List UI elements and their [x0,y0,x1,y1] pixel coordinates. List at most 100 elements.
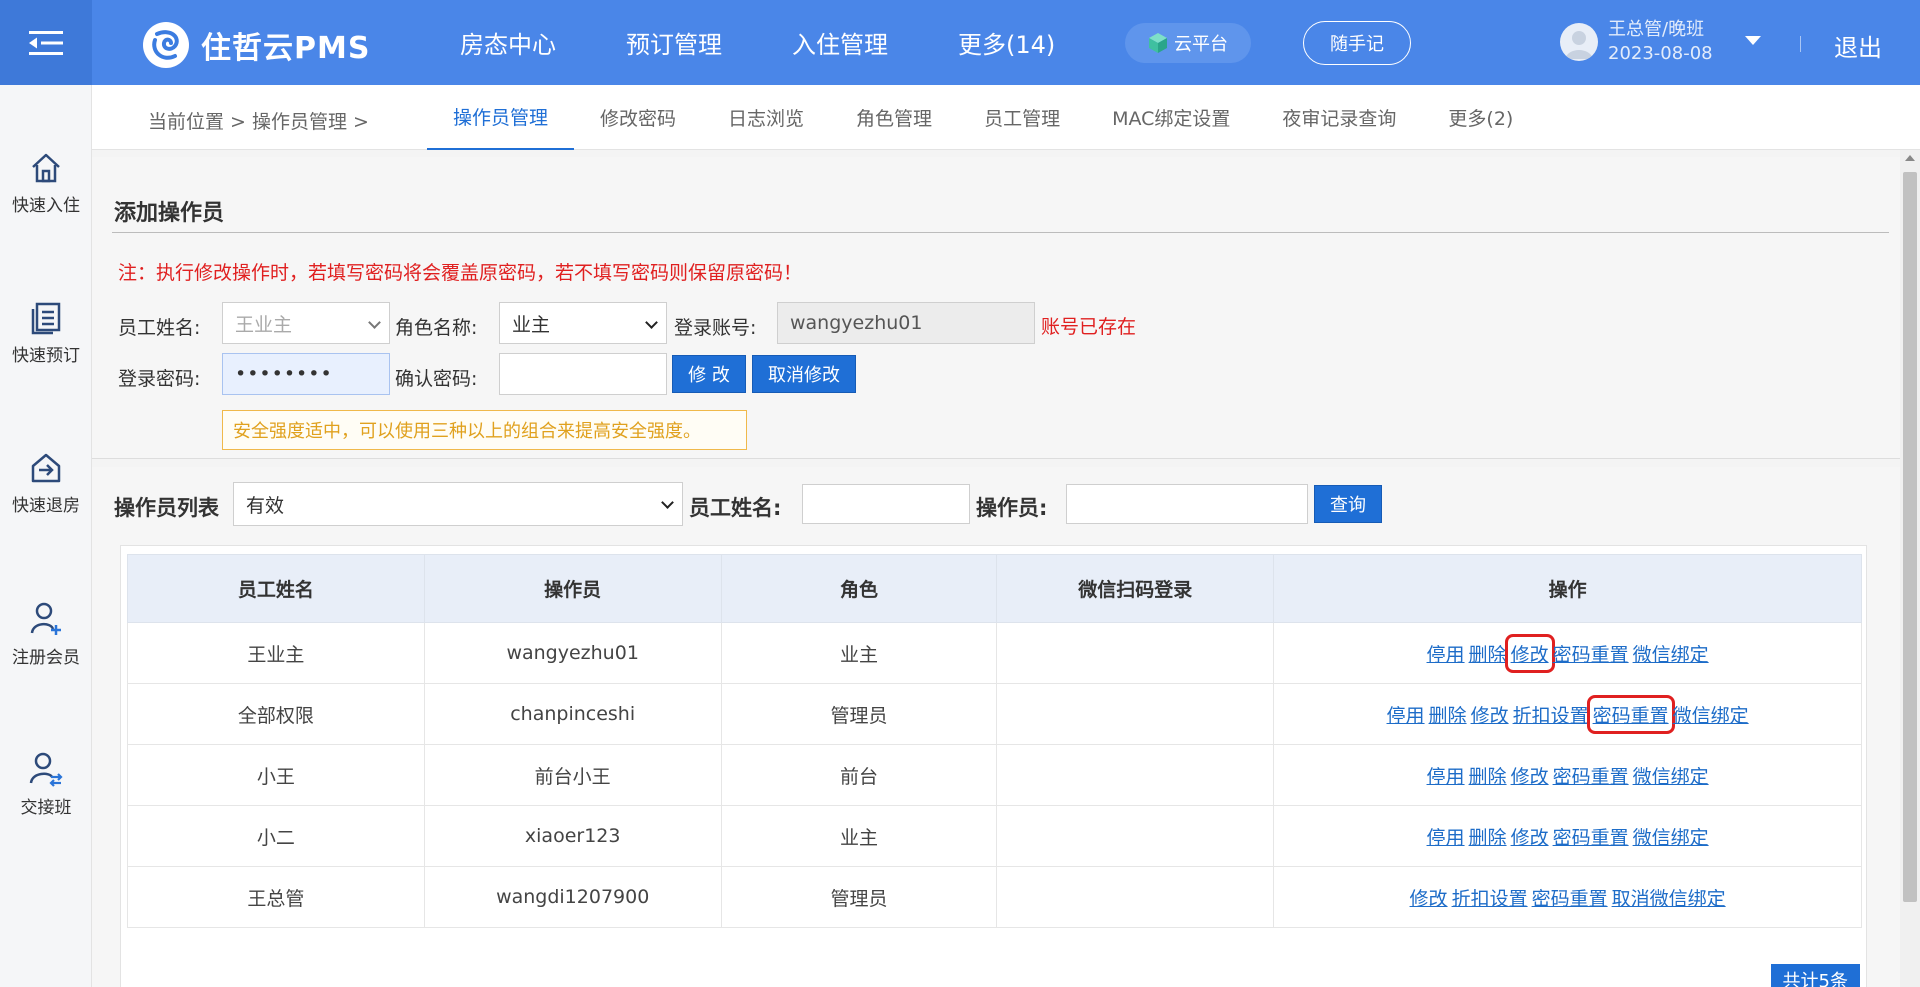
column-header: 员工姓名 [127,554,425,623]
user-name: 王总管/晚班 [1608,19,1705,40]
employee-name-select[interactable]: 王业主 [222,302,390,344]
tab-log-browse[interactable]: 日志浏览 [702,85,830,150]
chevron-down-icon [368,316,381,329]
action-link[interactable]: 微信绑定 [1633,823,1709,850]
status-filter-select[interactable]: 有效 [233,482,683,526]
cell-operator: chanpinceshi [423,683,722,745]
sidebar-item-shift-handover[interactable]: 交接班 [0,751,92,818]
action-link[interactable]: 微信绑定 [1673,701,1749,728]
cell-name: 王总管 [127,866,425,928]
checkout-house-icon [31,453,61,483]
modify-button[interactable]: 修 改 [672,355,746,393]
chevron-down-icon [661,496,674,509]
cell-name: 小二 [127,805,425,867]
action-link[interactable]: 删除 [1469,640,1507,667]
tab-staff-management[interactable]: 员工管理 [958,85,1086,150]
quick-notes-button[interactable]: 随手记 [1303,21,1411,65]
cell-actions: 修改 折扣设置 密码重置 取消微信绑定 [1273,866,1862,928]
action-link[interactable]: 密码重置 [1553,762,1629,789]
action-link[interactable]: 修改 [1410,884,1448,911]
tab-operator-management[interactable]: 操作员管理 [427,85,575,150]
nav-checkin[interactable]: 入住管理 [792,25,888,60]
cloud-platform-button[interactable]: 云平台 [1125,23,1251,63]
table-row: 小二 xiaoer123 业主 停用 删除 修改 密码重置 微信绑定 [127,805,1862,867]
scrollbar-thumb[interactable] [1903,172,1917,902]
action-link[interactable]: 微信绑定 [1633,640,1709,667]
app-name: 住哲云PMS [201,31,371,66]
action-link[interactable]: 停用 [1427,640,1465,667]
action-link[interactable]: 删除 [1469,762,1507,789]
tab-night-audit[interactable]: 夜审记录查询 [1256,85,1422,150]
role-name-select[interactable]: 业主 [499,302,667,344]
cell-wechat [996,805,1275,867]
employee-filter-input[interactable] [802,484,970,524]
user-avatar-icon [1565,31,1593,59]
action-link[interactable]: 密码重置 [1553,640,1629,667]
action-link[interactable]: 取消微信绑定 [1612,884,1726,911]
cell-actions: 停用 删除 修改 密码重置 微信绑定 [1273,744,1862,806]
column-header: 角色 [720,554,998,623]
nav-room-status[interactable]: 房态中心 [460,25,556,60]
column-header: 操作 [1273,554,1862,623]
cancel-modify-button[interactable]: 取消修改 [752,355,856,393]
shift-handover-icon [29,752,63,787]
chevron-down-icon[interactable] [1745,36,1761,45]
tab-bar: 操作员管理 修改密码 日志浏览 角色管理 员工管理 MAC绑定设置 夜审记录查询… [427,85,1539,150]
sidebar-item-quick-checkout[interactable]: 快速退房 [0,451,92,516]
sub-navigation: 当前位置 > 操作员管理 > 操作员管理 修改密码 日志浏览 角色管理 员工管理… [92,85,1920,150]
action-link[interactable]: 停用 [1387,701,1425,728]
sidebar-item-register-member[interactable]: 注册会员 [0,601,92,668]
sidebar-item-quick-reserve[interactable]: 快速预订 [0,301,92,366]
operator-list-title: 操作员列表 [114,496,219,520]
action-link[interactable]: 停用 [1427,762,1465,789]
action-link[interactable]: 删除 [1469,823,1507,850]
sidebar-label-shift-handover: 交接班 [20,798,72,818]
sidebar-item-quick-checkin[interactable]: 快速入住 [0,151,92,216]
operator-filter-input[interactable] [1066,484,1308,524]
tab-role-management[interactable]: 角色管理 [830,85,958,150]
employee-filter-label: 员工姓名: [689,496,782,520]
cube-icon [1149,33,1167,53]
user-menu[interactable]: 王总管/晚班 2023-08-08 [1560,18,1713,66]
action-link[interactable]: 密码重置 [1553,823,1629,850]
tab-mac-binding[interactable]: MAC绑定设置 [1086,85,1256,150]
action-link[interactable]: 修改 [1511,762,1549,789]
vertical-scrollbar[interactable] [1900,150,1920,987]
action-link[interactable]: 删除 [1429,701,1467,728]
account-exists-error: 账号已存在 [1041,316,1137,338]
sidebar-label-quick-checkin: 快速入住 [12,196,80,216]
scroll-up-arrow-icon[interactable] [1905,155,1915,161]
cell-operator: wangdi1207900 [423,866,722,928]
cell-name: 王业主 [127,622,425,684]
logout-button[interactable]: 退出 [1834,28,1882,63]
action-link[interactable]: 密码重置 [1532,884,1608,911]
cell-name: 小王 [127,744,425,806]
action-link[interactable]: 微信绑定 [1633,762,1709,789]
action-link[interactable]: 修改 [1504,633,1555,673]
nav-more[interactable]: 更多(14) [958,25,1055,60]
action-link[interactable]: 折扣设置 [1513,701,1589,728]
header-divider [1800,36,1801,52]
cell-actions: 停用 删除 修改 密码重置 微信绑定 [1273,622,1862,684]
tab-more[interactable]: 更多(2) [1422,85,1539,150]
tab-change-password[interactable]: 修改密码 [574,85,702,150]
password-field[interactable]: •••••••• [222,353,390,395]
table-header-row: 员工姓名 操作员 角色 微信扫码登录 操作 [127,554,1862,623]
action-link[interactable]: 折扣设置 [1452,884,1528,911]
sidebar-label-quick-checkout: 快速退房 [12,496,80,516]
cell-role: 前台 [720,744,998,806]
confirm-password-field[interactable] [499,353,667,395]
nav-reservations[interactable]: 预订管理 [626,25,722,60]
cell-actions: 停用 删除 修改 密码重置 微信绑定 [1273,805,1862,867]
sidebar-label-quick-reserve: 快速预订 [12,346,80,366]
action-link[interactable]: 停用 [1427,823,1465,850]
menu-toggle-button[interactable] [0,0,92,85]
action-link[interactable]: 修改 [1511,823,1549,850]
action-link[interactable]: 密码重置 [1586,694,1675,734]
role-name-label: 角色名称: [395,317,478,339]
login-account-field[interactable]: wangyezhu01 [777,302,1035,344]
cell-role: 管理员 [720,866,998,928]
action-link[interactable]: 修改 [1471,701,1509,728]
search-button[interactable]: 查询 [1314,485,1382,523]
divider [112,232,1889,233]
